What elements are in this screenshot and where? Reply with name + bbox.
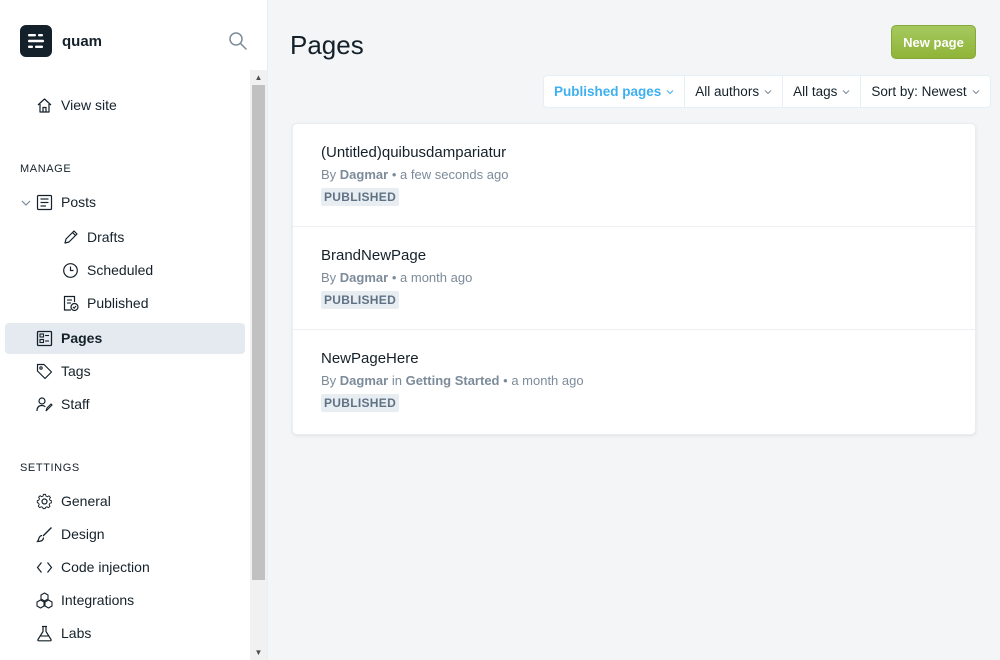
meta-tag: Getting Started <box>405 373 500 388</box>
brush-icon <box>36 526 53 543</box>
pages-list: (Untitled)quibusdampariatur By Dagmar • … <box>292 123 976 435</box>
nav-general[interactable]: General <box>5 486 245 517</box>
meta-author: Dagmar <box>339 270 389 285</box>
site-name: quam <box>62 32 103 50</box>
filter-type-select[interactable]: Published pages <box>544 76 686 107</box>
filter-type-label: Published pages <box>554 84 662 99</box>
page-meta: By Dagmar in Getting Started • a month a… <box>321 373 584 388</box>
ghost-logo-icon <box>20 25 52 57</box>
nav-integrations[interactable]: Integrations <box>5 585 245 616</box>
nav-pages-label: Pages <box>61 330 103 346</box>
published-icon <box>62 295 79 312</box>
manage-section-title: MANAGE <box>20 163 72 175</box>
code-icon <box>36 559 53 576</box>
nav-integrations-label: Integrations <box>61 592 135 608</box>
nav-code-injection[interactable]: Code injection <box>5 552 245 583</box>
meta-separator: • <box>391 270 397 285</box>
meta-by: By <box>321 270 337 285</box>
meta-separator: • <box>503 373 508 388</box>
nav-design-label: Design <box>61 526 105 542</box>
nav-general-label: General <box>61 493 111 509</box>
nav-published-label: Published <box>87 295 149 311</box>
search-icon[interactable] <box>228 31 248 51</box>
list-item[interactable]: (Untitled)quibusdampariatur By Dagmar • … <box>293 124 975 227</box>
tag-icon <box>36 363 53 380</box>
nav-drafts-label: Drafts <box>87 229 125 245</box>
filter-authors-select[interactable]: All authors <box>685 76 784 107</box>
scroll-up-arrow-icon[interactable]: ▲ <box>250 70 267 85</box>
chevron-down-icon[interactable] <box>20 196 32 208</box>
meta-author: Dagmar <box>339 373 389 388</box>
nav-labs-label: Labs <box>61 625 92 641</box>
chevron-down-icon <box>972 89 980 94</box>
status-badge: PUBLISHED <box>321 394 400 412</box>
page-title-link[interactable]: BrandNewPage <box>321 247 426 264</box>
nav-published[interactable]: Published <box>5 288 245 319</box>
chevron-down-icon <box>843 89 850 94</box>
page-meta: By Dagmar • a few seconds ago <box>321 167 508 182</box>
meta-time: a few seconds ago <box>400 167 509 182</box>
nav-posts[interactable]: Posts <box>5 187 245 218</box>
settings-section-title: SETTINGS <box>20 462 80 474</box>
meta-by: By <box>321 373 337 388</box>
pencil-icon <box>62 229 79 246</box>
nav-tags[interactable]: Tags <box>5 356 245 387</box>
integrations-icon <box>36 592 53 609</box>
filter-tags-select[interactable]: All tags <box>783 76 862 107</box>
meta-in: in <box>391 373 402 388</box>
meta-separator: • <box>391 167 397 182</box>
new-page-button[interactable]: New page <box>891 25 976 59</box>
sidebar: quam View site MANAGE Posts Drafts Sched… <box>0 0 268 660</box>
pages-icon <box>36 330 53 347</box>
page-meta: By Dagmar • a month ago <box>321 270 472 285</box>
home-icon <box>36 97 53 114</box>
page-title: Pages <box>290 30 364 60</box>
nav-design[interactable]: Design <box>5 519 245 550</box>
filter-authors-label: All authors <box>695 84 760 99</box>
list-item[interactable]: NewPageHere By Dagmar in Getting Started… <box>293 330 975 434</box>
filter-bar: Published pages All authors All tags Sor… <box>543 75 991 108</box>
filter-sort-select[interactable]: Sort by: Newest <box>861 76 989 107</box>
list-item[interactable]: BrandNewPage By Dagmar • a month ago PUB… <box>293 227 975 330</box>
scroll-down-arrow-icon[interactable]: ▼ <box>250 645 267 660</box>
nav-staff-label: Staff <box>61 396 90 412</box>
meta-time: a month ago <box>511 373 584 388</box>
nav-posts-label: Posts <box>61 194 97 210</box>
flask-icon <box>36 625 53 642</box>
meta-time: a month ago <box>400 270 473 285</box>
status-badge: PUBLISHED <box>321 291 400 309</box>
staff-icon <box>36 396 53 413</box>
page-title-link[interactable]: NewPageHere <box>321 350 419 367</box>
nav-pages[interactable]: Pages <box>5 323 245 354</box>
nav-view-site[interactable]: View site <box>5 90 245 121</box>
gear-icon <box>36 493 53 510</box>
nav-view-site-label: View site <box>61 97 117 113</box>
sidebar-scrollbar[interactable]: ▲ ▼ <box>250 70 267 660</box>
clock-icon <box>62 262 79 279</box>
sidebar-nav: View site MANAGE Posts Drafts Scheduled … <box>0 70 250 660</box>
meta-author: Dagmar <box>339 167 389 182</box>
nav-scheduled-label: Scheduled <box>87 262 154 278</box>
nav-staff[interactable]: Staff <box>5 389 245 420</box>
scroll-thumb[interactable] <box>252 85 265 580</box>
nav-tags-label: Tags <box>61 363 91 379</box>
chevron-down-icon <box>764 89 772 94</box>
nav-drafts[interactable]: Drafts <box>5 222 245 253</box>
status-badge: PUBLISHED <box>321 188 400 206</box>
brand[interactable]: quam <box>20 25 102 57</box>
nav-code-injection-label: Code injection <box>61 559 150 575</box>
nav-scheduled[interactable]: Scheduled <box>5 255 245 286</box>
nav-labs[interactable]: Labs <box>5 618 245 649</box>
page-title-link[interactable]: (Untitled)quibusdampariatur <box>321 144 506 161</box>
meta-by: By <box>321 167 337 182</box>
filter-sort-label: Sort by: Newest <box>871 84 967 99</box>
posts-icon <box>36 194 53 211</box>
filter-tags-label: All tags <box>793 84 838 99</box>
chevron-down-icon <box>666 89 674 94</box>
